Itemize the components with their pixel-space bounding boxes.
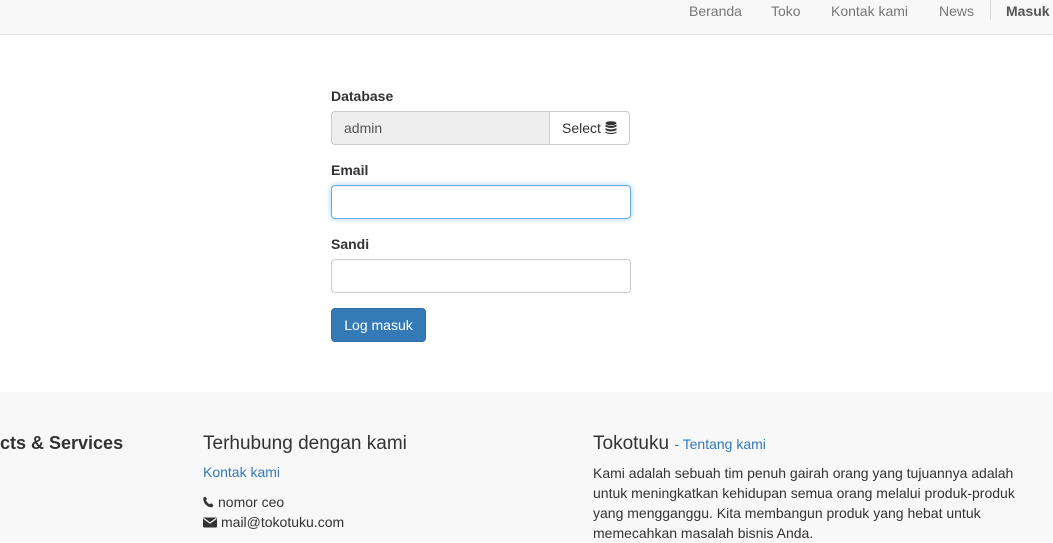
envelope-icon [203, 517, 217, 527]
password-field[interactable] [331, 259, 631, 293]
password-label: Sandi [331, 236, 370, 252]
database-field[interactable]: admin [331, 111, 550, 145]
email-field[interactable] [331, 185, 631, 219]
about-link[interactable]: - Tentang kami [674, 436, 766, 452]
email-text[interactable]: mail@tokotuku.com [221, 514, 344, 530]
nav-masuk[interactable]: Masuk [1006, 0, 1050, 35]
nav-news[interactable]: News [939, 0, 974, 35]
about-paragraph: Kami adalah sebuah tim penuh gairah oran… [593, 465, 1015, 541]
phone-icon [203, 496, 214, 508]
email-line: mail@tokotuku.com [203, 514, 344, 530]
contact-heading: Terhubung dengan kami [203, 433, 407, 454]
nav-kontak-kami[interactable]: Kontak kami [831, 0, 908, 35]
nav-divider [990, 0, 991, 20]
nav-toko[interactable]: Toko [771, 0, 801, 35]
nav-beranda[interactable]: Beranda [689, 0, 742, 35]
database-label: Database [331, 88, 394, 104]
products-services-heading: cts & Services [0, 433, 124, 453]
phone-line: nomor ceo [203, 494, 284, 510]
select-button-label: Select [562, 120, 601, 136]
email-label: Email [331, 162, 369, 178]
phone-text: nomor ceo [218, 494, 285, 510]
select-database-button[interactable]: Select [549, 111, 630, 145]
contact-link[interactable]: Kontak kami [203, 464, 280, 480]
about-title: Tokotuku - Tentang kami [593, 433, 766, 455]
about-title-text: Tokotuku [593, 433, 670, 454]
top-navbar: Beranda Toko Kontak kami News Masuk [0, 0, 1053, 35]
login-button[interactable]: Log masuk [331, 308, 426, 342]
database-icon [605, 121, 617, 135]
